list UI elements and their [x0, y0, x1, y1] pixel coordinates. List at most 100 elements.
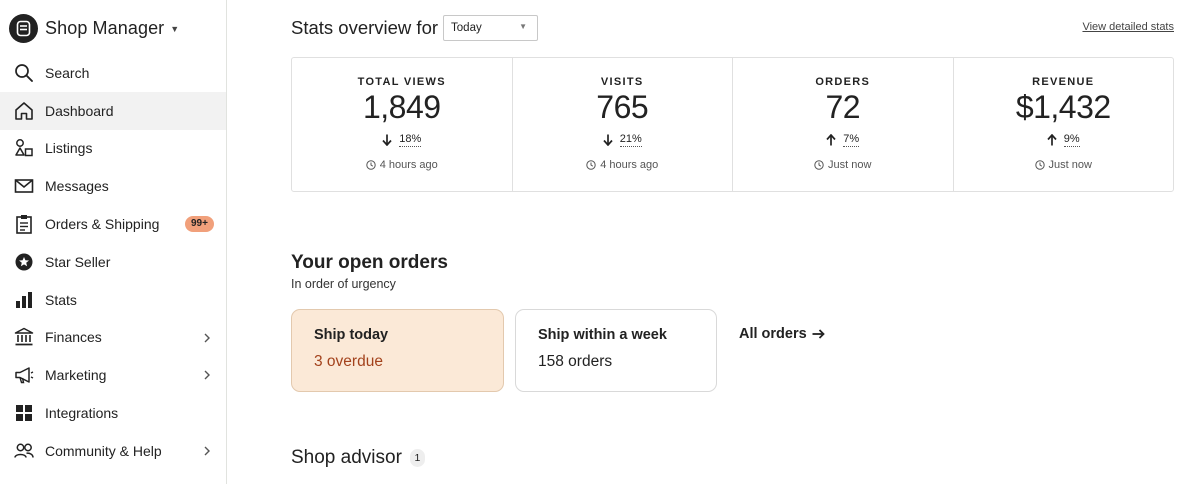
stat-updated-text: Just now [1048, 159, 1092, 171]
arrow-down-icon [382, 134, 392, 146]
open-orders-subtitle: In order of urgency [291, 277, 396, 291]
arrow-down-icon [603, 134, 613, 146]
order-card-value: 3 overdue [314, 353, 383, 370]
stat-updated: Just now [954, 159, 1174, 171]
stat-updated: Just now [733, 159, 953, 171]
sidebar-item-label: Star Seller [45, 253, 111, 270]
stat-card-visits[interactable]: VISITS 765 21% 4 hours ago [513, 58, 733, 191]
sidebar-item-label: Marketing [45, 367, 107, 384]
bank-icon [14, 327, 34, 347]
stat-label: ORDERS [815, 76, 871, 88]
caret-down-icon: ▼ [170, 24, 180, 34]
sidebar-item-integrations[interactable]: Integrations [0, 394, 226, 432]
all-orders-link[interactable]: All orders [739, 326, 825, 342]
sidebar-item-label: Listings [45, 140, 93, 157]
clock-icon [814, 160, 824, 170]
stat-change-percent[interactable]: 7% [843, 133, 860, 147]
order-card-title: Ship within a week [538, 327, 667, 343]
search-icon [14, 63, 34, 83]
stat-value: $1,432 [1015, 89, 1111, 125]
grid-icon [14, 403, 34, 423]
shop-logo-icon [9, 13, 38, 43]
arrow-up-icon [826, 134, 836, 146]
stat-value: 765 [596, 89, 649, 125]
bar-chart-icon [14, 290, 34, 310]
people-icon [14, 441, 34, 461]
sidebar-item-label: Search [45, 64, 90, 81]
stat-card-orders[interactable]: ORDERS 72 7% Just now [733, 58, 954, 191]
sidebar-item-orders-shipping[interactable]: Orders & Shipping 99+ [0, 205, 226, 243]
stat-change: 7% [733, 133, 953, 147]
sidebar-item-label: Stats [45, 291, 77, 308]
period-select[interactable]: Today ▼ [443, 15, 539, 41]
stat-updated: 4 hours ago [513, 159, 733, 171]
sidebar-item-label: Finances [45, 329, 102, 346]
sidebar-item-messages[interactable]: Messages [0, 167, 226, 205]
listings-icon [14, 138, 34, 158]
stats-panel: TOTAL VIEWS 1,849 18% 4 hours ago VISITS… [291, 57, 1174, 192]
period-select-value: Today [451, 22, 482, 34]
ship-today-card[interactable]: Ship today 3 overdue [291, 309, 504, 392]
stat-updated-text: Just now [828, 159, 872, 171]
star-badge-icon [14, 252, 34, 272]
sidebar-item-label: Integrations [45, 405, 119, 422]
stats-title: Stats overview for [291, 17, 439, 38]
stat-change-percent[interactable]: 18% [399, 133, 422, 147]
stat-value: 72 [825, 89, 861, 125]
view-detailed-stats-link[interactable]: View detailed stats [1082, 21, 1174, 33]
sidebar-item-search[interactable]: Search [0, 54, 226, 92]
sidebar-item-label: Community & Help [45, 442, 162, 459]
all-orders-label: All orders [739, 326, 807, 342]
dashboard-main: Stats overview for Today ▼ View detailed… [227, 0, 1200, 484]
ship-within-week-card[interactable]: Ship within a week 158 orders [515, 309, 717, 392]
stat-label: REVENUE [1032, 76, 1095, 88]
orders-count-badge: 99+ [185, 216, 214, 233]
clipboard-icon [14, 214, 34, 234]
sidebar-item-community-help[interactable]: Community & Help [0, 432, 226, 470]
stat-updated-text: 4 hours ago [379, 159, 438, 171]
stat-change: 21% [513, 133, 733, 147]
clock-icon [1034, 160, 1045, 170]
clock-icon [365, 160, 376, 170]
sidebar-item-label: Orders & Shipping [45, 216, 160, 233]
home-icon [14, 101, 34, 121]
stat-card-revenue[interactable]: REVENUE $1,432 9% Just now [954, 58, 1174, 191]
envelope-icon [14, 176, 34, 196]
arrow-up-icon [1047, 134, 1057, 146]
shop-advisor-header: Shop advisor 1 [291, 447, 425, 469]
shop-advisor-count-badge: 1 [409, 449, 425, 467]
sidebar-item-dashboard[interactable]: Dashboard [0, 91, 226, 130]
chevron-right-icon [201, 330, 213, 346]
sidebar-item-listings[interactable]: Listings [0, 130, 226, 168]
order-card-value: 158 orders [538, 353, 613, 370]
sidebar-item-stats[interactable]: Stats [0, 281, 226, 319]
sidebar-item-label: Dashboard [45, 102, 114, 119]
stat-value: 1,849 [362, 89, 441, 125]
caret-down-icon: ▼ [519, 22, 528, 31]
clock-icon [586, 160, 596, 170]
sidebar-nav: Search Dashboard Listings Messages Order [0, 54, 226, 470]
stat-label: VISITS [600, 76, 644, 88]
shop-manager-menu[interactable]: Shop Manager ▼ [9, 13, 179, 43]
sidebar-item-label: Messages [45, 178, 109, 195]
stat-change: 9% [954, 133, 1174, 147]
stat-card-total-views[interactable]: TOTAL VIEWS 1,849 18% 4 hours ago [292, 58, 513, 191]
stat-label: TOTAL VIEWS [357, 76, 446, 88]
chevron-right-icon [201, 367, 213, 383]
stats-header: Stats overview for Today ▼ [291, 15, 539, 41]
stat-change-percent[interactable]: 21% [619, 133, 642, 147]
open-orders-title: Your open orders [291, 252, 448, 273]
stat-updated: 4 hours ago [292, 159, 512, 171]
stat-updated-text: 4 hours ago [600, 159, 659, 171]
chevron-right-icon [201, 443, 213, 459]
stat-change-percent[interactable]: 9% [1063, 133, 1080, 147]
sidebar-item-finances[interactable]: Finances [0, 319, 226, 357]
arrow-right-icon [812, 329, 825, 339]
sidebar: Shop Manager ▼ Search Dashboard Listings [0, 0, 227, 484]
shop-manager-title: Shop Manager [45, 17, 165, 38]
sidebar-item-marketing[interactable]: Marketing [0, 356, 226, 394]
order-card-title: Ship today [314, 327, 389, 343]
megaphone-icon [14, 365, 34, 385]
sidebar-item-star-seller[interactable]: Star Seller [0, 243, 226, 281]
stat-change: 18% [292, 133, 512, 147]
